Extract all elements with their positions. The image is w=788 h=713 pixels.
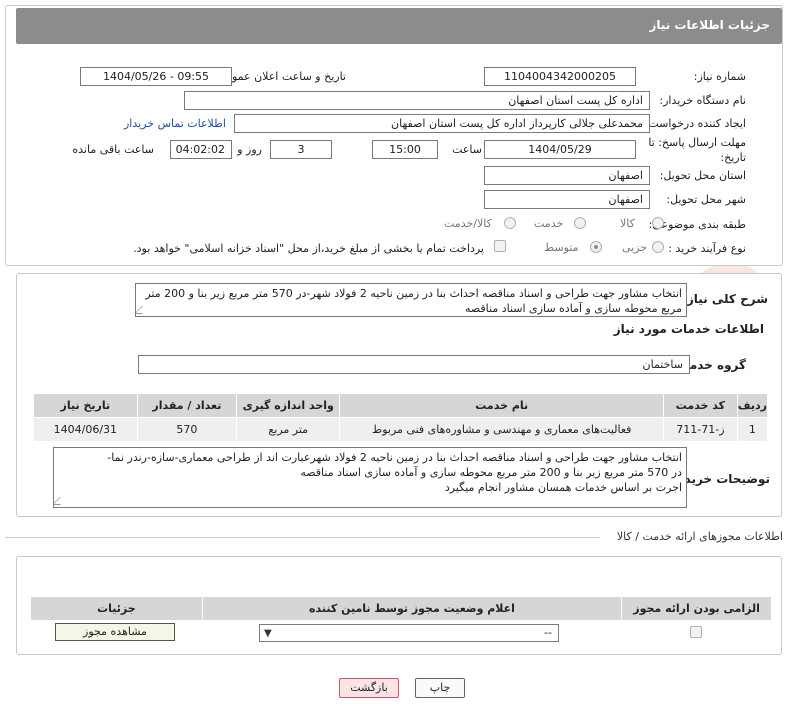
treasury-payment-note: پرداخت تمام یا بخشی از مبلغ خرید،از محل …	[133, 242, 484, 255]
deadline-date-field: 1404/05/29	[484, 140, 636, 159]
cell-service-code: ز-71-711	[663, 417, 738, 442]
buyer-org-field: اداره کل پست استان اصفهان	[184, 91, 650, 110]
process-type-label: نوع فرآیند خرید :	[668, 242, 746, 255]
category-goods-label: کالا	[620, 217, 635, 230]
col-permit-details: جزئیات	[30, 596, 203, 621]
remaining-time-field: 04:02:02	[170, 140, 232, 159]
services-table-header: ردیف کد خدمت نام خدمت واحد اندازه گیری ت…	[33, 393, 769, 418]
days-label: روز و	[237, 143, 262, 156]
col-row: ردیف	[736, 393, 769, 418]
days-remaining-field: 3	[270, 140, 332, 159]
col-service-name: نام خدمت	[339, 393, 665, 418]
summary-text: انتخاب مشاور جهت طراحی و اسناد مناقصه اح…	[145, 287, 682, 315]
buyer-notes-line-2: در 570 متر مربع زیر بنا و 200 متر مربع م…	[300, 466, 682, 479]
announce-label: تاریخ و ساعت اعلان عمومی:	[213, 70, 346, 83]
buyer-notes-line-3: اجرت بر اساس خدمات همسان مشاور انجام میگ…	[444, 481, 682, 494]
creator-field: محمدعلی جلالی کارپرداز اداره کل پست استا…	[234, 114, 650, 133]
resize-grip-icon[interactable]	[136, 306, 150, 314]
city-field: اصفهان	[484, 190, 650, 209]
category-goods-radio[interactable]	[652, 217, 664, 229]
category-goods-service-radio[interactable]	[504, 217, 516, 229]
resize-grip-icon[interactable]	[54, 497, 68, 505]
creator-label: ایجاد کننده درخواست:	[644, 117, 746, 130]
buyer-notes-textarea: انتخاب مشاور جهت طراحی و اسناد مناقصه اح…	[53, 447, 687, 508]
permits-table-header: الزامی بودن ارائه مجوز اعلام وضعیت مجوز …	[30, 596, 772, 621]
category-service-radio[interactable]	[574, 217, 586, 229]
category-service-label: خدمت	[534, 217, 564, 230]
col-quantity: تعداد / مقدار	[136, 393, 238, 418]
service-group-field: ساختمان	[138, 355, 690, 374]
category-goods-service-label: کالا/خدمت	[444, 217, 492, 230]
col-service-code: کد خدمت	[663, 393, 738, 418]
col-unit: واحد اندازه گیری	[236, 393, 341, 418]
process-medium-radio[interactable]	[590, 241, 602, 253]
deadline-label: مهلت ارسال پاسخ: تا تاریخ:	[648, 136, 746, 164]
page-title: جزئیات اطلاعات نیاز	[649, 18, 770, 32]
services-section-title: اطلاعات خدمات مورد نیاز	[613, 322, 764, 336]
view-permit-button[interactable]: مشاهده مجوز	[55, 623, 175, 641]
process-minor-radio[interactable]	[652, 241, 664, 253]
remaining-time-label: ساعت باقی مانده	[72, 143, 154, 156]
process-minor-label: جزیی	[622, 241, 648, 254]
province-field: اصفهان	[484, 166, 650, 185]
page-header: جزئیات اطلاعات نیاز	[16, 8, 782, 44]
section-divider	[5, 537, 600, 538]
permit-status-select[interactable]: -- ▼	[259, 624, 559, 642]
cell-unit: متر مربع	[236, 417, 341, 442]
need-number-field: 1104004342000205	[484, 67, 636, 86]
permit-status-value: --	[544, 626, 552, 639]
process-medium-label: متوسط	[544, 241, 579, 254]
buyer-contact-link[interactable]: اطلاعات تماس خریدار	[124, 117, 226, 130]
col-permit-status: اعلام وضعیت مجوز توسط نامین کننده	[201, 596, 623, 621]
summary-textarea: انتخاب مشاور جهت طراحی و اسناد مناقصه اح…	[135, 283, 687, 317]
table-row: 1 ز-71-711 فعالیت‌های معماری و مهندسی و …	[33, 417, 769, 442]
announce-field: 1404/05/26 - 09:55	[80, 67, 232, 86]
cell-service-name: فعالیت‌های معماری و مهندسی و مشاوره‌های …	[339, 417, 665, 442]
col-need-date: تاریخ نیاز	[33, 393, 138, 418]
province-label: استان محل تحویل:	[659, 169, 746, 182]
back-button[interactable]: بازگشت	[339, 678, 399, 698]
treasury-payment-checkbox[interactable]	[494, 240, 506, 252]
chevron-down-icon: ▼	[264, 628, 272, 639]
print-button[interactable]: چاپ	[415, 678, 465, 698]
buyer-notes-line-1: انتخاب مشاور جهت طراحی و اسناد مناقصه اح…	[107, 451, 682, 464]
cell-need-date: 1404/06/31	[33, 417, 138, 442]
need-number-label: شماره نیاز:	[693, 70, 746, 83]
summary-label: شرح کلی نیاز:	[682, 292, 768, 306]
permits-section-title: اطلاعات مجوزهای ارائه خدمت / کالا	[616, 530, 783, 543]
cell-row: 1	[736, 417, 769, 442]
deadline-time-label: ساعت	[452, 143, 482, 156]
deadline-time-field: 15:00	[372, 140, 438, 159]
col-permit-required: الزامی بودن ارائه مجوز	[621, 596, 772, 621]
permit-required-checkbox[interactable]	[690, 626, 702, 638]
cell-quantity: 570	[136, 417, 238, 442]
services-table: ردیف کد خدمت نام خدمت واحد اندازه گیری ت…	[33, 393, 769, 442]
buyer-org-label: نام دستگاه خریدار:	[659, 94, 746, 107]
city-label: شهر محل تحویل:	[666, 193, 746, 206]
